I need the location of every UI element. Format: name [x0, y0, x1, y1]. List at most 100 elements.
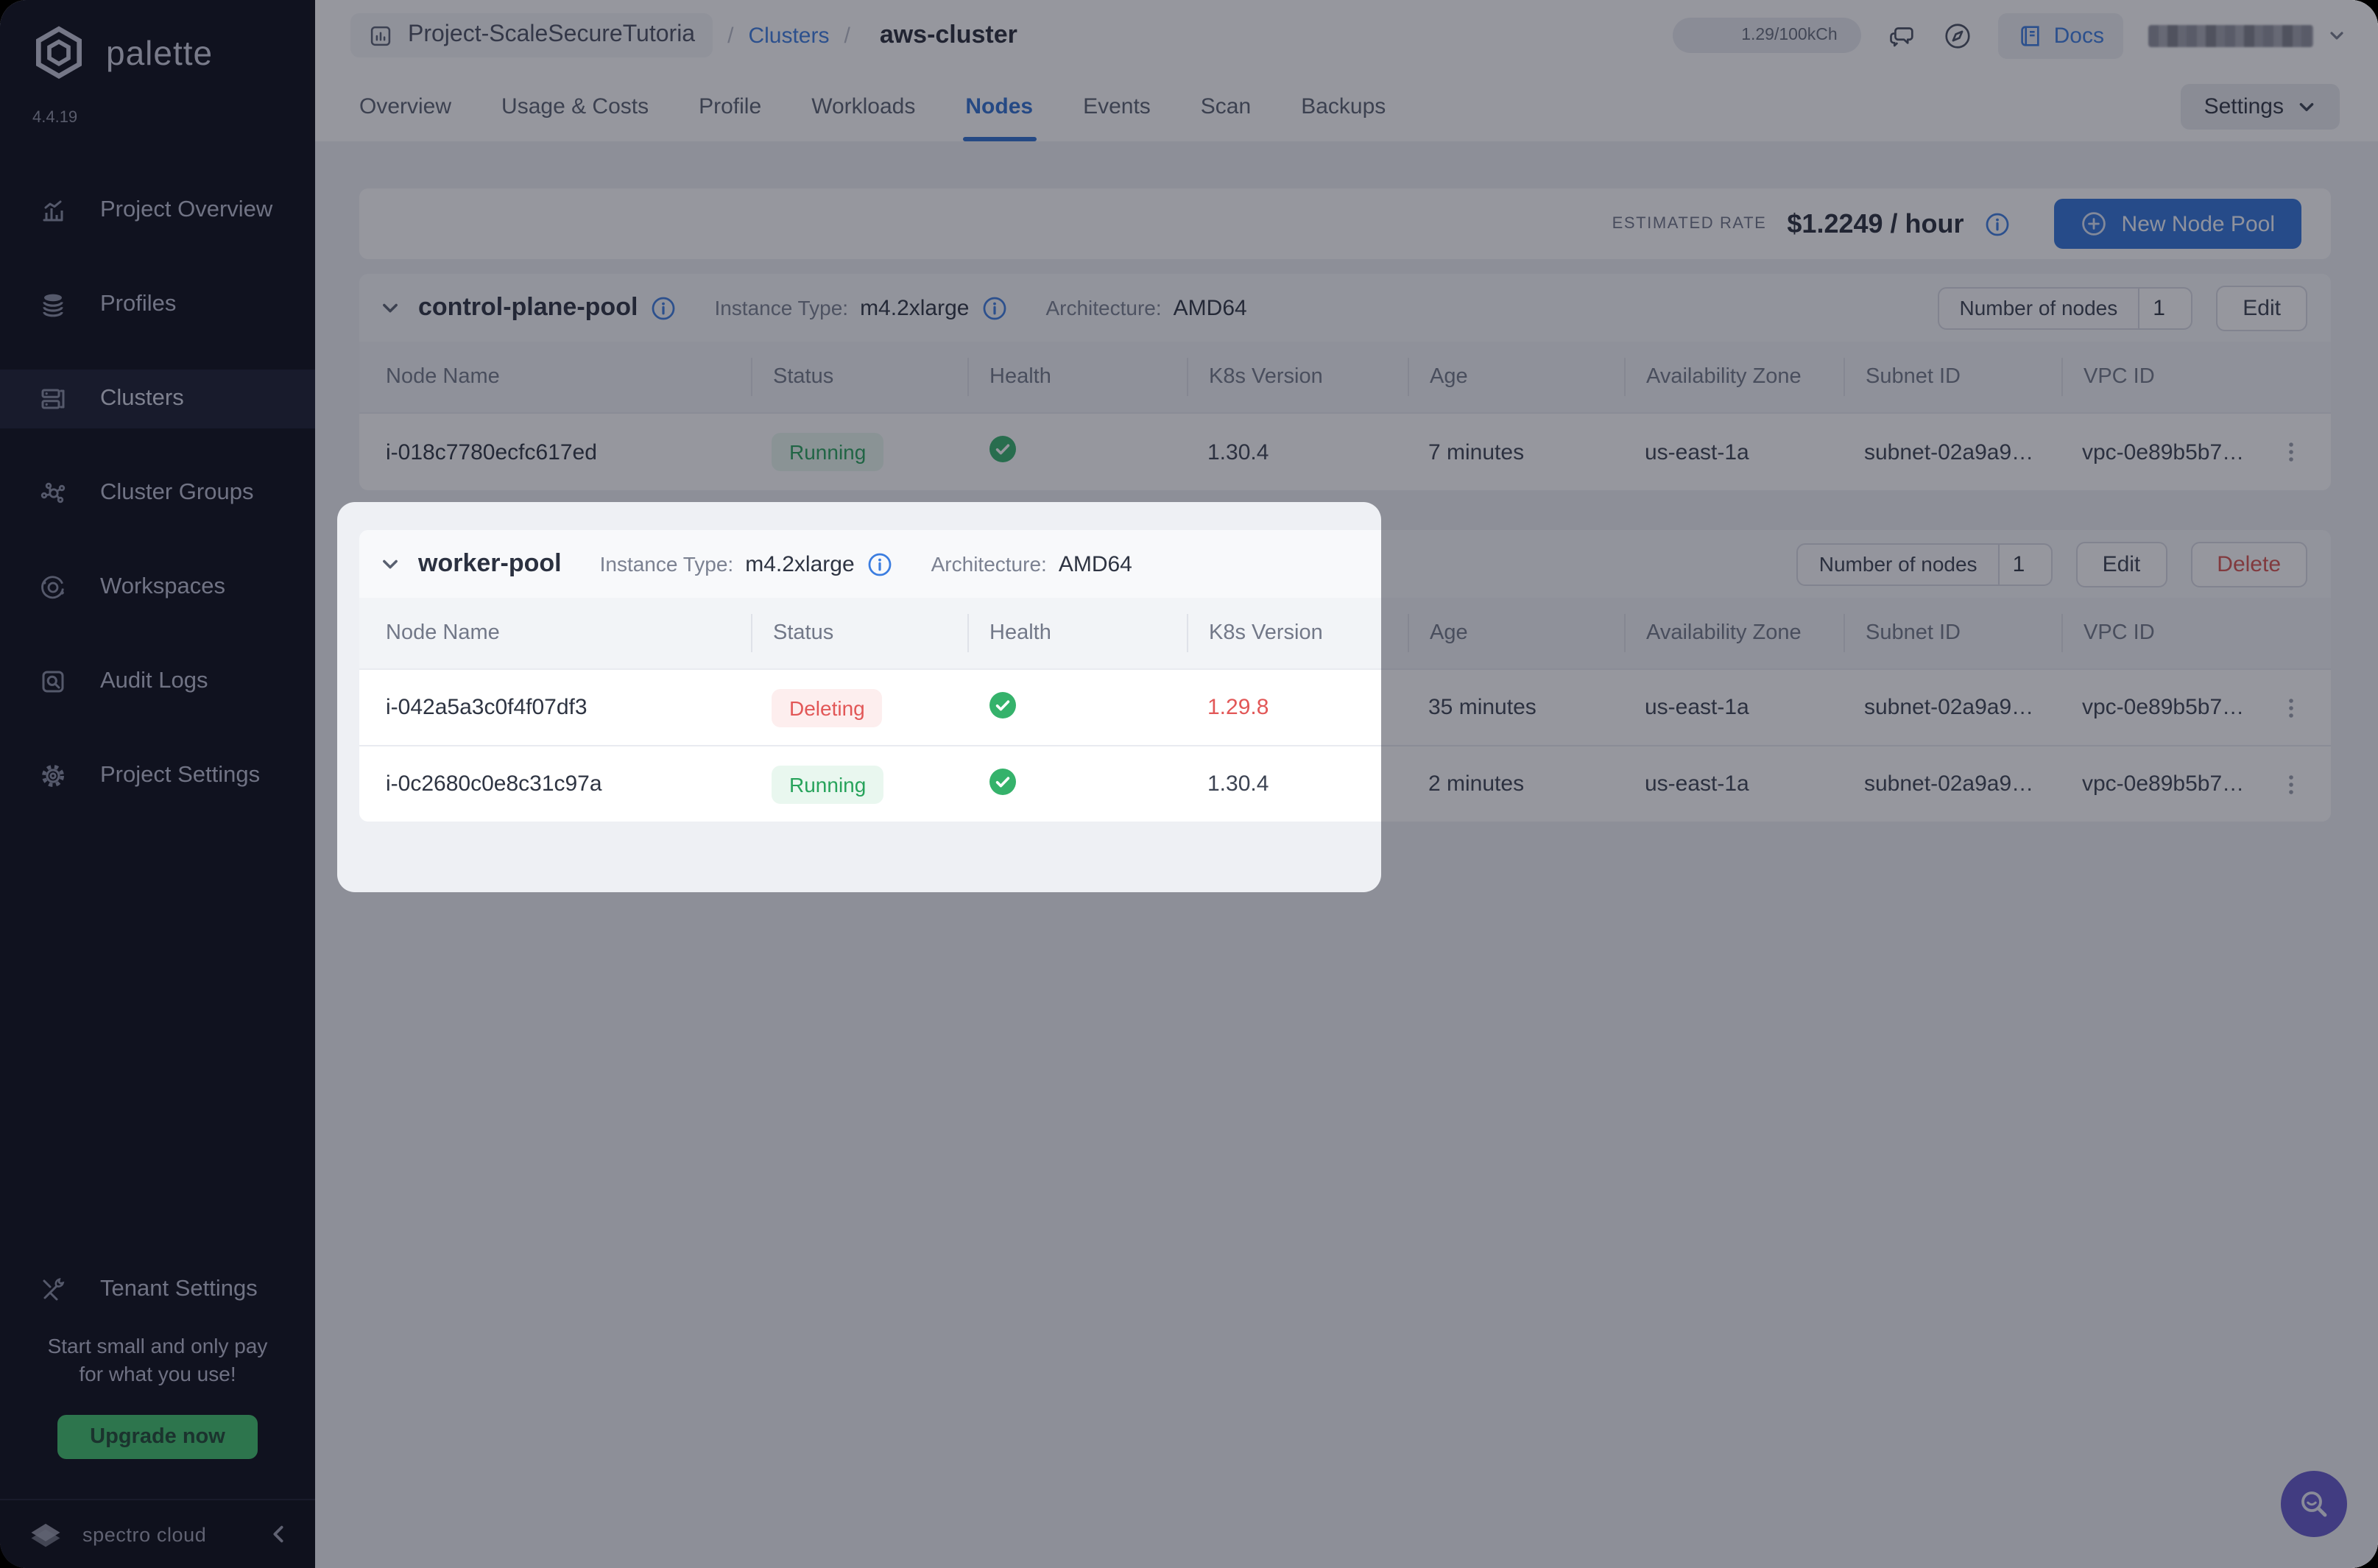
node-availability-zone: us-east-1a [1624, 771, 1844, 797]
number-of-nodes-label: Number of nodes [1797, 543, 2000, 585]
upgrade-now-button[interactable]: Upgrade now [57, 1415, 258, 1459]
tab-workloads[interactable]: Workloads [811, 71, 915, 141]
tab-usage-costs[interactable]: Usage & Costs [501, 71, 649, 141]
info-icon[interactable] [868, 551, 893, 576]
chat-icon[interactable] [1886, 20, 1917, 51]
instance-type-label: Instance Type: [600, 552, 734, 576]
node-age: 7 minutes [1408, 439, 1624, 465]
column-header: Age [1408, 358, 1624, 396]
info-icon[interactable] [1985, 211, 2010, 236]
estimated-rate-value: $1.2249 / hour [1787, 208, 1964, 239]
sidebar-item-project-overview[interactable]: Project Overview [0, 181, 315, 240]
new-node-pool-button[interactable]: New Node Pool [2054, 199, 2301, 249]
check-circle-icon [988, 766, 1017, 796]
sidebar-item-project-settings[interactable]: Project Settings [0, 746, 315, 805]
status-badge: Running [772, 765, 883, 803]
node-name: i-0c2680c0e8c31c97a [386, 771, 751, 797]
tab-scan[interactable]: Scan [1201, 71, 1251, 141]
pool-section-worker: worker-pool Instance Type: m4.2xlarge Ar… [359, 530, 2331, 822]
column-header: K8s Version [1187, 358, 1408, 396]
node-subnet-id: subnet-02a9a9… [1844, 439, 2061, 465]
collapse-sidebar-icon[interactable] [268, 1524, 289, 1544]
app-scale-wrapper: palette 4.4.19 Project Overview Profiles [0, 0, 2378, 1568]
redacted-username [2148, 24, 2313, 46]
sidebar-item-workspaces[interactable]: Workspaces [0, 558, 315, 617]
compass-icon[interactable] [1942, 20, 1973, 51]
user-menu[interactable] [2148, 24, 2346, 46]
table-row[interactable]: i-042a5a3c0f4f07df3 Deleting 1.29.8 35 m… [359, 668, 2331, 745]
tab-overview[interactable]: Overview [359, 71, 451, 141]
servers-icon [38, 384, 68, 414]
palette-logo: palette [29, 24, 213, 82]
bar-chart-icon [38, 196, 68, 225]
instance-type-value: m4.2xlarge [745, 551, 854, 576]
status-badge: Running [772, 433, 883, 471]
settings-button[interactable]: Settings [2181, 84, 2340, 130]
edit-pool-button[interactable]: Edit [2076, 541, 2167, 587]
pool-name: control-plane-pool [418, 293, 638, 322]
check-circle-icon [988, 434, 1017, 464]
info-icon[interactable] [651, 295, 676, 320]
node-status: Deleting [751, 688, 967, 727]
sidebar-item-clusters[interactable]: Clusters [0, 370, 315, 428]
node-status: Running [751, 765, 967, 803]
kebab-menu-icon[interactable] [2278, 439, 2304, 465]
sidebar-item-label: Project Overview [100, 197, 272, 224]
node-health [967, 690, 1187, 725]
instance-type-value: m4.2xlarge [860, 295, 969, 320]
number-of-nodes-input[interactable]: 1 [2139, 286, 2192, 329]
tab-backups[interactable]: Backups [1301, 71, 1386, 141]
delete-pool-button[interactable]: Delete [2190, 541, 2307, 587]
table-row[interactable]: i-0c2680c0e8c31c97a Running 1.30.4 2 min… [359, 745, 2331, 822]
tab-profile[interactable]: Profile [699, 71, 761, 141]
number-of-nodes-input[interactable]: 1 [2000, 543, 2053, 585]
sidebar-item-label: Workspaces [100, 574, 225, 601]
column-header: Availability Zone [1624, 358, 1844, 396]
tab-nodes[interactable]: Nodes [965, 71, 1033, 141]
column-header: Age [1408, 614, 1624, 652]
kebab-menu-icon[interactable] [2278, 694, 2304, 721]
usage-meter-pill[interactable]: 1.29/100kCh [1673, 18, 1861, 53]
pool-controls: Number of nodes 1 Edit Delete [1797, 541, 2307, 587]
spectro-logo-icon [27, 1515, 65, 1553]
column-header: Status [751, 614, 967, 652]
sidebar-item-cluster-groups[interactable]: Cluster Groups [0, 464, 315, 523]
breadcrumb-separator: / [727, 23, 733, 48]
sidebar-item-tenant-settings[interactable]: Tenant Settings [0, 1260, 315, 1319]
new-node-pool-label: New Node Pool [2122, 211, 2275, 236]
table-row[interactable]: i-018c7780ecfc617ed Running 1.30.4 7 min… [359, 412, 2331, 490]
column-header: Node Name [386, 614, 751, 652]
sidebar-item-audit-logs[interactable]: Audit Logs [0, 652, 315, 711]
breadcrumb-project-name: Project-ScaleSecureTutoria [408, 22, 695, 49]
chevron-down-icon[interactable] [380, 554, 401, 574]
column-header-spacer [2245, 614, 2304, 652]
search-fab-button[interactable] [2281, 1471, 2347, 1537]
layers-icon [38, 290, 68, 319]
upsell-panel: Start small and only pay for what you us… [0, 1332, 315, 1459]
breadcrumb-project[interactable]: Project-ScaleSecureTutoria [350, 13, 713, 57]
main-content: Project-ScaleSecureTutoria / Clusters / … [315, 0, 2378, 1568]
node-status: Running [751, 433, 967, 471]
chevron-down-icon[interactable] [380, 297, 401, 318]
sidebar-item-profiles[interactable]: Profiles [0, 275, 315, 334]
breadcrumb-clusters-link[interactable]: Clusters [748, 23, 829, 48]
info-icon[interactable] [982, 295, 1007, 320]
tools-icon [38, 1275, 68, 1304]
upsell-text-line2: for what you use! [0, 1360, 315, 1388]
breadcrumb-separator: / [844, 23, 850, 48]
tab-events[interactable]: Events [1083, 71, 1151, 141]
column-header: Subnet ID [1844, 358, 2061, 396]
sidebar-item-label: Project Settings [100, 763, 260, 789]
sidebar: palette 4.4.19 Project Overview Profiles [0, 0, 315, 1568]
docs-button[interactable]: Docs [1998, 13, 2123, 58]
sidebar-item-label: Cluster Groups [100, 480, 253, 506]
chevron-down-icon [2297, 97, 2316, 116]
edit-pool-button[interactable]: Edit [2216, 285, 2307, 331]
estimated-rate-label: ESTIMATED RATE [1612, 215, 1767, 233]
docs-label: Docs [2054, 23, 2104, 48]
node-subnet-id: subnet-02a9a9… [1844, 695, 2061, 720]
node-vpc-id: vpc-0e89b5b7f… [2061, 695, 2245, 720]
column-header: K8s Version [1187, 614, 1408, 652]
kebab-menu-icon[interactable] [2278, 771, 2304, 797]
column-header-spacer [2245, 358, 2304, 396]
